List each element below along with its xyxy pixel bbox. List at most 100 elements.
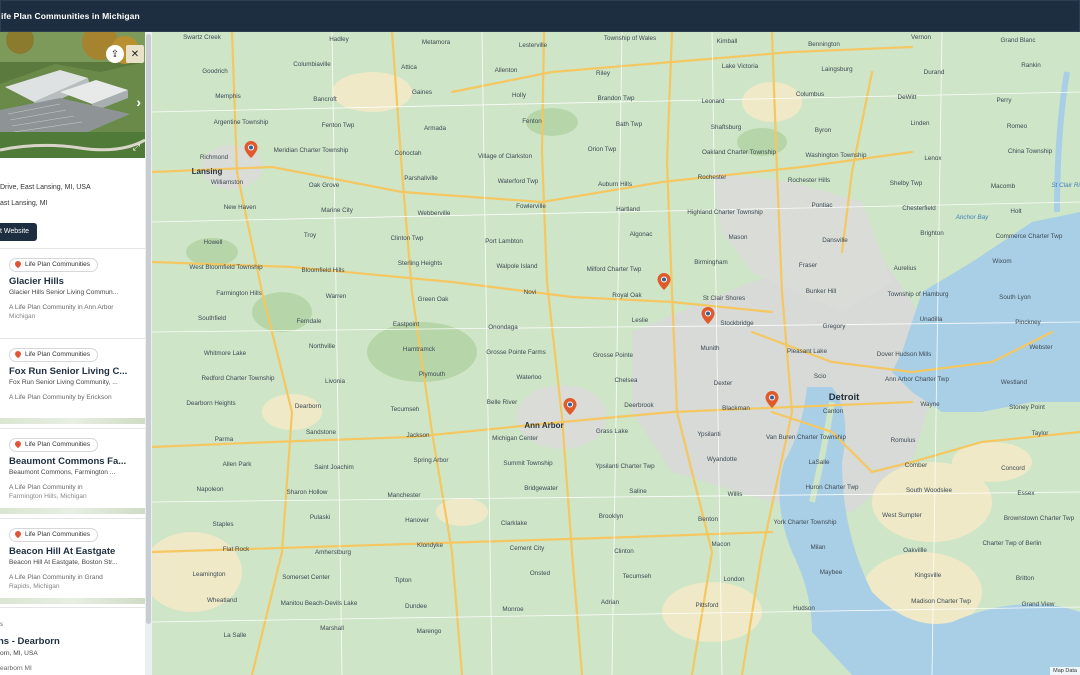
category-tag: Life Plan Communities [9,528,99,542]
map-place-label: Bath Twp [615,120,643,128]
map-marker-icon[interactable] [244,141,258,158]
map-place-label: Benton [698,516,718,524]
map-place-label: Klondyke [417,542,443,550]
card-description: earborn MI [0,665,32,672]
map-place-label: Shaftsburg [710,123,742,131]
map-place-label: Milan [810,544,826,552]
app-window: ife Plan Communities in Michigan ⇪ ✕ › ⤢… [0,0,1080,675]
map-place-label: Adrian [600,598,620,606]
results-sidebar[interactable]: ⇪ ✕ › ⤢ Drive, East Lansing, MI, USA ast… [0,32,152,675]
map-city-label: Detroit [828,392,860,403]
map-place-label: Unadilla [919,315,943,323]
map-place-label: Goodrich [202,68,228,76]
map-place-label: Parshallville [404,174,438,182]
map-place-label: Tecumseh [622,573,652,581]
map-pin-icon [13,350,23,359]
card-title[interactable]: Beacon Hill At Eastgate [9,546,139,557]
map-place-label: Allenton [494,67,518,75]
map-place-label: Auburn Hills [598,180,632,188]
map-place-label: Oak Grove [308,181,340,189]
map-marker-icon[interactable] [563,398,577,415]
map-place-label: Whitmore Lake [203,350,247,357]
map-place-label: Southfield [197,314,227,322]
map-place-label: Ann Arbor Charter Twp [885,376,949,384]
map-place-label: Kimball [716,38,738,45]
map-place-label: Commerce Charter Twp [995,233,1063,241]
map-pin-icon [13,260,23,269]
map-place-label: Chelsea [614,377,638,385]
card-title[interactable]: ns - Dearborn [0,636,60,647]
map-place-label: Clarklake [500,520,528,528]
map-place-label: Bloomfield Hills [301,267,345,275]
map-marker-icon[interactable] [657,273,671,290]
card-title[interactable]: Glacier Hills [9,276,139,287]
expand-icon[interactable]: ⤢ [133,142,140,153]
map-place-label: Macon [711,541,731,549]
card-title[interactable]: Fox Run Senior Living C... [9,366,139,377]
map-place-label: Canton [822,408,844,416]
map-place-label: Waterford Twp [497,177,539,185]
visit-website-button[interactable]: t Website [0,223,37,241]
map-place-label: Warren [325,292,347,300]
sidebar-scrollbar[interactable] [145,32,152,675]
map-city-label: Lansing [191,167,223,176]
map-place-label: Manitou Beach-Devils Lake [280,599,358,607]
map-place-label: Pittsford [695,601,719,609]
map-place-label: Green Oak [417,295,449,303]
map-place-label: Holly [512,92,526,100]
map-canvas[interactable]: Detroit Ann Arbor Lansing Anchor Bay St Clai… [152,32,1080,675]
map-place-label: Allen Park [222,460,252,468]
map-place-label: Durand [923,69,945,77]
map-place-label: Northville [308,343,336,350]
map-place-label: Gaines [412,89,432,97]
close-button[interactable]: ✕ [126,45,144,63]
map-place-label: Dearborn [294,403,322,411]
result-card[interactable]: s ns - Dearborn orn, MI, USA earborn MI [0,607,145,675]
scrollbar-thumb[interactable] [146,34,151,624]
map-place-label: West Sumpter [882,512,922,520]
map-place-label: Meridian Charter Township [273,146,349,154]
result-card[interactable]: Life Plan Communities Beacon Hill At Eas… [0,518,145,604]
map-place-label: Bridgewater [524,484,558,492]
map-place-label: Columbus [795,91,825,99]
card-description: A Life Plan Community in Grand [9,574,103,581]
map-marker-icon[interactable] [701,307,715,324]
map-place-label: Rankin [1021,62,1041,70]
map-place-label: Howell [203,239,223,247]
map-place-label: Gregory [822,322,846,330]
map-place-label: Marengo [416,627,442,635]
map-place-label: Dundee [404,602,428,610]
map-place-label: Fenton Twp [321,121,355,129]
card-subtitle: Glacier Hills Senior Living Commun... [9,289,119,296]
share-button[interactable]: ⇪ [106,45,124,63]
category-tag: Life Plan Communities [9,438,99,452]
card-title[interactable]: Beaumont Commons Fa... [9,456,139,467]
map-place-label: Aurelius [893,265,917,273]
map-place-label: Stockbridge [720,319,754,327]
map-place-label: Leonard [701,98,725,106]
map-marker-icon[interactable] [765,391,779,408]
map-place-label: Marine City [321,207,353,215]
featured-photo[interactable]: ⇪ ✕ › ⤢ [0,32,145,158]
map-place-label: Deerbrook [624,402,654,410]
map-place-label: Fenton [522,117,542,125]
map-place-label: Perry [996,97,1012,105]
map-place-label: Willis [727,490,743,498]
map-place-label: Richmond [199,153,229,161]
result-card[interactable]: Life Plan Communities Beaumont Commons F… [0,428,145,514]
page-title: ife Plan Communities in Michigan [1,11,140,21]
map-city-label: Ann Arbor [524,421,564,430]
map-place-label: St Clair Shores [702,294,746,302]
map-place-label: Clinton [614,548,634,556]
next-photo-icon[interactable]: › [136,94,141,110]
map-place-label: York Charter Township [773,519,837,527]
map-place-label: Summit Township [503,459,553,467]
map-attribution[interactable]: Map Data [1050,667,1080,675]
result-card[interactable]: Life Plan Communities Glacier Hills Glac… [0,248,145,334]
map-place-label: Monroe [502,605,524,613]
map-place-label: Brooklyn [598,513,624,521]
map-place-label: Hadley [329,36,349,43]
map-place-label: Village of Clarkston [477,152,533,160]
result-card[interactable]: Life Plan Communities Fox Run Senior Liv… [0,338,145,424]
map-place-label: Lake Victoria [721,63,759,71]
